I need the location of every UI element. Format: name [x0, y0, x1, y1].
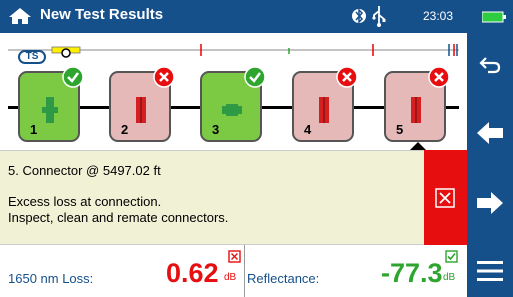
event-4[interactable]: 4	[292, 66, 358, 142]
connector-icon	[319, 97, 329, 123]
page-title: New Test Results	[40, 6, 164, 23]
menu-button[interactable]	[467, 251, 513, 291]
splice-icon	[42, 97, 58, 123]
reflectance-unit: dB	[443, 272, 456, 283]
fail-x-icon	[336, 66, 358, 88]
reflectance-pass-icon	[445, 250, 458, 263]
next-event-button[interactable]	[467, 183, 513, 223]
arrow-right-icon	[477, 192, 503, 214]
loss-fail-icon	[228, 250, 241, 263]
home-icon[interactable]	[8, 7, 32, 25]
event-fail-indicator	[424, 150, 467, 245]
arrow-left-icon	[477, 122, 503, 144]
event-number: 2	[121, 122, 129, 137]
fail-box-icon	[435, 188, 455, 208]
splice-icon	[222, 104, 242, 116]
ts-marker[interactable]: TS	[18, 50, 46, 64]
fail-x-icon	[428, 66, 450, 88]
loss-label: 1650 nm Loss:	[8, 271, 94, 286]
event-number: 5	[396, 122, 404, 137]
pass-check-icon	[62, 66, 84, 88]
app-window: New Test Results 23:03 TS 1 2 3 4 5 5. C…	[0, 0, 513, 297]
results-panel: TS 1 2 3 4 5 5. Connector @ 5497.02 ft E…	[0, 33, 467, 297]
connector-icon	[411, 97, 421, 123]
event-3[interactable]: 3	[200, 66, 266, 142]
event-number: 4	[304, 122, 312, 137]
event-diagnosis: Excess loss at connection.	[8, 194, 162, 209]
usb-icon	[372, 6, 386, 27]
clock: 23:03	[423, 9, 454, 23]
event-recommendation: Inspect, clean and remate connectors.	[8, 210, 229, 225]
previous-event-button[interactable]	[467, 113, 513, 153]
event-1[interactable]: 1	[18, 66, 84, 142]
metrics-divider	[244, 245, 245, 297]
trace-overview[interactable]	[8, 43, 459, 57]
loss-value: 0.62	[166, 258, 219, 288]
event-2[interactable]: 2	[109, 66, 175, 142]
title-bar: New Test Results 23:03	[0, 0, 513, 33]
fail-x-icon	[153, 66, 175, 88]
bluetooth-icon	[352, 8, 366, 24]
menu-icon	[477, 261, 503, 281]
launch-marker-icon	[61, 48, 71, 58]
event-number: 1	[30, 122, 38, 137]
metrics-bar: 1650 nm Loss: 0.62 dB Reflectance: -77.3…	[0, 245, 467, 297]
event-5[interactable]: 5	[384, 66, 450, 142]
event-detail-panel: 5. Connector @ 5497.02 ft Excess loss at…	[0, 150, 467, 245]
reflectance-label: Reflectance:	[247, 271, 320, 286]
event-number: 3	[212, 122, 220, 137]
event-detail-title: 5. Connector @ 5497.02 ft	[8, 163, 161, 178]
battery-icon	[482, 11, 506, 23]
back-icon	[479, 57, 501, 74]
pass-check-icon	[244, 66, 266, 88]
loss-unit: dB	[224, 272, 237, 283]
side-toolbar	[467, 33, 513, 297]
connector-icon	[136, 97, 146, 123]
back-button[interactable]	[467, 45, 513, 85]
reflectance-value: -77.3	[381, 258, 443, 288]
